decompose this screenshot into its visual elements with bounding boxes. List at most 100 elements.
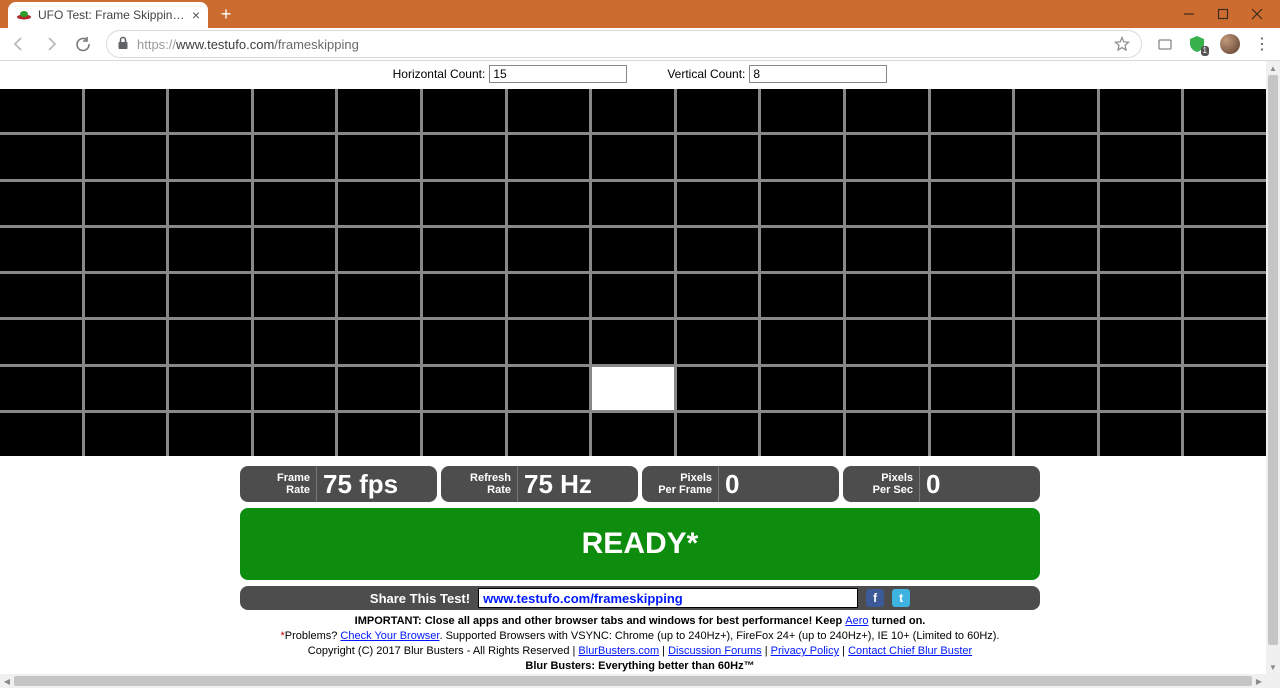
vertical-count-input[interactable] [749, 65, 887, 83]
forums-link[interactable]: Discussion Forums [668, 645, 762, 657]
browser-titlebar: UFO Test: Frame Skipping Check × + [0, 0, 1280, 28]
grid-cell [338, 274, 420, 317]
grid-cell [846, 413, 928, 456]
grid-cell [677, 367, 759, 410]
scroll-right-icon[interactable]: ▶ [1252, 674, 1266, 688]
stat-box: FrameRate75 fps [240, 466, 437, 502]
grid-cell [85, 89, 167, 132]
grid-cell [761, 320, 843, 363]
grid-cell [508, 182, 590, 225]
horizontal-count-label: Horizontal Count: [393, 67, 486, 81]
tab-title: UFO Test: Frame Skipping Check [38, 8, 186, 22]
grid-cell [254, 367, 336, 410]
scroll-up-icon[interactable]: ▲ [1266, 61, 1280, 75]
grid-cell [0, 320, 82, 363]
stat-label: PixelsPer Sec [843, 466, 920, 502]
grid-cell [338, 367, 420, 410]
stat-box: PixelsPer Sec0 [843, 466, 1040, 502]
vertical-scrollbar[interactable]: ▲ ▼ [1266, 61, 1280, 674]
star-icon[interactable] [1113, 35, 1131, 53]
stat-value: 0 [719, 469, 739, 500]
grid-cell [85, 228, 167, 271]
grid-cell [592, 274, 674, 317]
grid-cell [592, 320, 674, 363]
scroll-down-icon[interactable]: ▼ [1266, 660, 1280, 674]
grid-cell [338, 413, 420, 456]
grid-cell [931, 182, 1013, 225]
grid-cell [1015, 320, 1097, 363]
grid-cell [508, 228, 590, 271]
scroll-left-icon[interactable]: ◀ [0, 674, 14, 688]
stat-value: 75 Hz [518, 469, 592, 500]
new-tab-button[interactable]: + [214, 2, 238, 26]
grid-cell [931, 274, 1013, 317]
grid-cell [338, 228, 420, 271]
nav-reload-icon[interactable] [74, 35, 92, 53]
grid-cell [677, 274, 759, 317]
grid-cell [761, 413, 843, 456]
grid-cell [508, 135, 590, 178]
grid-cell [1100, 89, 1182, 132]
grid-cell [1100, 320, 1182, 363]
grid-cell [0, 182, 82, 225]
tab-close-icon[interactable]: × [192, 7, 200, 23]
browser-menu-icon[interactable]: ⋮ [1254, 34, 1270, 54]
grid-cell [508, 274, 590, 317]
grid-cell [85, 182, 167, 225]
vertical-scroll-thumb[interactable] [1268, 75, 1278, 645]
grid-cell [423, 367, 505, 410]
blurbusters-link[interactable]: BlurBusters.com [578, 645, 659, 657]
grid-cell [677, 413, 759, 456]
contact-link[interactable]: Contact Chief Blur Buster [848, 645, 972, 657]
grid-cell [931, 320, 1013, 363]
check-browser-link[interactable]: Check Your Browser [340, 630, 439, 642]
grid-cell [0, 367, 82, 410]
grid-cell [423, 320, 505, 363]
grid-cell [254, 320, 336, 363]
facebook-icon[interactable]: f [866, 589, 884, 607]
extension-1-icon[interactable] [1156, 35, 1174, 53]
grid-cell [423, 228, 505, 271]
grid-cell [761, 228, 843, 271]
url-input[interactable]: https://www.testufo.com/frameskipping [106, 30, 1142, 58]
grid-cell [0, 274, 82, 317]
frame-grid [0, 89, 1266, 456]
twitter-icon[interactable]: t [892, 589, 910, 607]
grid-cell [508, 89, 590, 132]
profile-avatar[interactable] [1220, 34, 1240, 54]
stat-box: PixelsPer Frame0 [642, 466, 839, 502]
horizontal-scroll-thumb[interactable] [14, 676, 1252, 686]
grid-cell [169, 89, 251, 132]
window-minimize-icon[interactable] [1182, 7, 1196, 21]
grid-cell [85, 274, 167, 317]
grid-cell [1184, 182, 1266, 225]
grid-cell [846, 89, 928, 132]
browser-tab[interactable]: UFO Test: Frame Skipping Check × [8, 2, 208, 28]
share-url-input[interactable] [478, 588, 858, 608]
grid-cell [1100, 135, 1182, 178]
privacy-link[interactable]: Privacy Policy [771, 645, 839, 657]
nav-forward-icon[interactable] [42, 35, 60, 53]
grid-cell [761, 135, 843, 178]
scroll-corner [1266, 674, 1280, 688]
grid-cell [85, 413, 167, 456]
grid-cell [1184, 367, 1266, 410]
footer-tagline: Blur Busters: Everything better than 60H… [240, 659, 1040, 674]
extension-shield-icon[interactable]: 1 [1188, 35, 1206, 53]
footer-text: IMPORTANT: Close all apps and other brow… [240, 614, 1040, 674]
grid-cell [592, 228, 674, 271]
grid-cell [931, 367, 1013, 410]
grid-cell [508, 413, 590, 456]
aero-link[interactable]: Aero [845, 615, 868, 627]
grid-cell [846, 367, 928, 410]
window-maximize-icon[interactable] [1216, 7, 1230, 21]
grid-cell [846, 182, 928, 225]
nav-back-icon[interactable] [10, 35, 28, 53]
grid-cell [1100, 367, 1182, 410]
horizontal-count-input[interactable] [489, 65, 627, 83]
window-close-icon[interactable] [1250, 7, 1264, 21]
ready-banner[interactable]: READY* [240, 508, 1040, 580]
grid-cell [1184, 413, 1266, 456]
horizontal-scrollbar[interactable]: ◀ ▶ [0, 674, 1266, 688]
grid-cell [0, 413, 82, 456]
